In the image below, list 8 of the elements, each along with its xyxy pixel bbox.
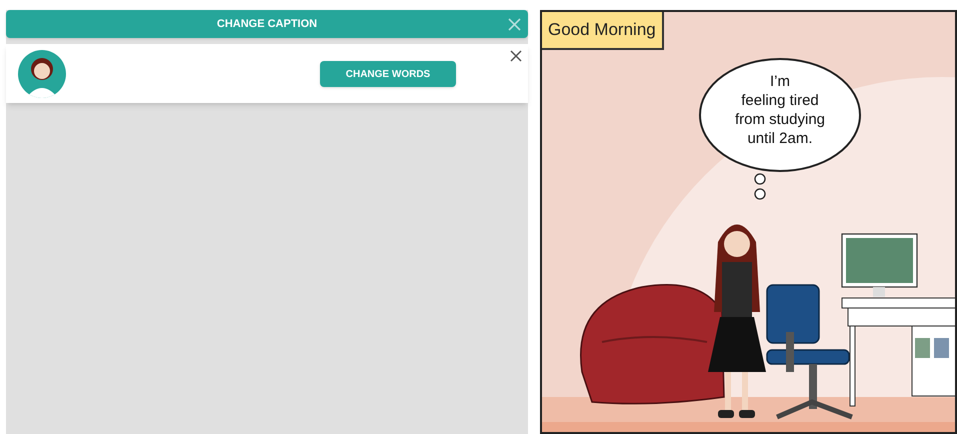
thought-bubble-text: I’m feeling tired from studying until 2am. [734, 72, 826, 148]
close-button[interactable] [508, 48, 524, 64]
avatar [18, 50, 66, 98]
close-icon [510, 50, 522, 62]
comic-caption: Good Morning [542, 12, 664, 50]
change-words-button[interactable]: CHANGE WORDS [320, 61, 456, 87]
close-icon [508, 18, 520, 30]
caption-title: CHANGE CAPTION [216, 16, 318, 32]
